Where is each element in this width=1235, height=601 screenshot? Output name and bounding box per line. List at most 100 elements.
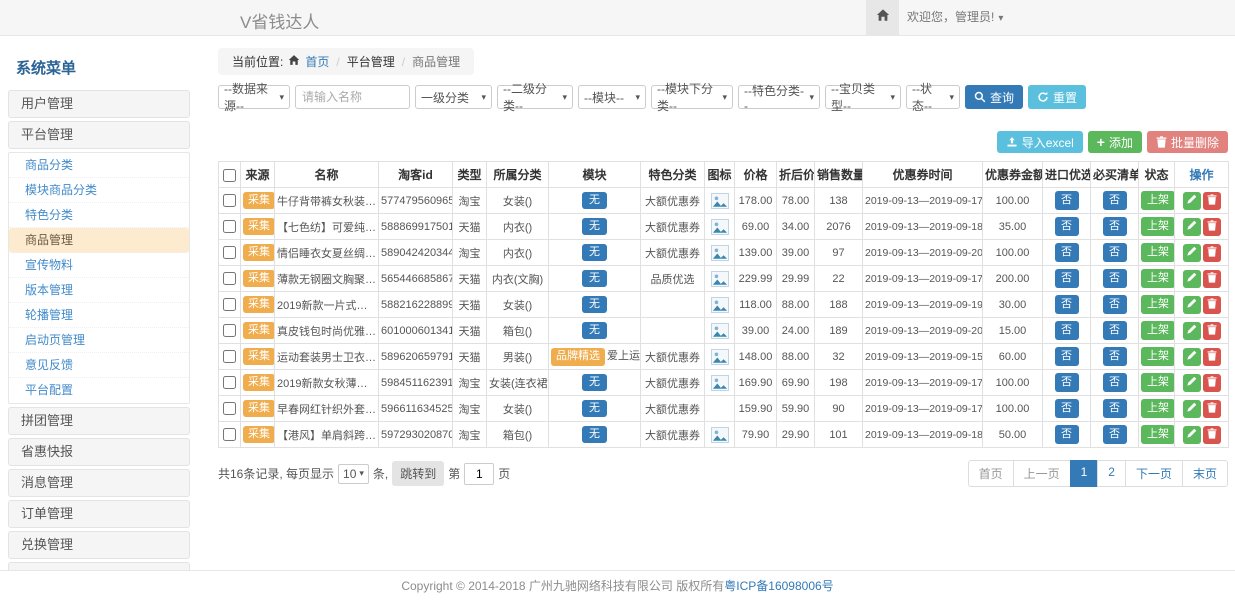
row-checkbox[interactable] <box>223 350 236 363</box>
edit-button[interactable] <box>1183 374 1201 392</box>
must-buy-toggle[interactable]: 否 <box>1103 269 1127 287</box>
status-toggle[interactable]: 上架 <box>1141 399 1175 417</box>
sidebar-group[interactable]: 拼团管理 <box>8 407 190 435</box>
data-source-filter[interactable]: --数据来源--▾ <box>218 85 290 109</box>
sidebar-item[interactable]: 商品分类 <box>9 153 189 178</box>
delete-button[interactable] <box>1203 400 1221 418</box>
sidebar-group[interactable]: 用户管理 <box>8 90 190 118</box>
jump-page-input[interactable] <box>464 463 494 485</box>
pager-item[interactable]: 下一页 <box>1125 460 1183 487</box>
user-menu[interactable]: 欢迎您，管理员!▾ <box>907 0 1003 35</box>
batch-delete-button[interactable]: 批量删除 <box>1147 131 1228 153</box>
delete-button[interactable] <box>1203 296 1221 314</box>
must-buy-toggle[interactable]: 否 <box>1103 399 1127 417</box>
sidebar-item[interactable]: 宣传物料 <box>9 253 189 278</box>
row-checkbox[interactable] <box>223 428 236 441</box>
edit-button[interactable] <box>1183 348 1201 366</box>
delete-button[interactable] <box>1203 218 1221 236</box>
pager-item[interactable]: 1 <box>1070 460 1099 487</box>
sidebar-group[interactable]: 兑换管理 <box>8 531 190 559</box>
must-buy-toggle[interactable]: 否 <box>1103 243 1127 261</box>
status-toggle[interactable]: 上架 <box>1141 373 1175 391</box>
edit-button[interactable] <box>1183 270 1201 288</box>
row-checkbox[interactable] <box>223 324 236 337</box>
import-select-toggle[interactable]: 否 <box>1055 217 1079 235</box>
level1-category-filter[interactable]: 一级分类▾ <box>415 85 492 109</box>
status-toggle[interactable]: 上架 <box>1141 321 1175 339</box>
delete-button[interactable] <box>1203 348 1221 366</box>
sidebar-item[interactable]: 版本管理 <box>9 278 189 303</box>
status-toggle[interactable]: 上架 <box>1141 347 1175 365</box>
status-toggle[interactable]: 上架 <box>1141 269 1175 287</box>
import-select-toggle[interactable]: 否 <box>1055 425 1079 443</box>
pager-item[interactable]: 2 <box>1097 460 1126 487</box>
must-buy-toggle[interactable]: 否 <box>1103 321 1127 339</box>
item-type-filter[interactable]: --宝贝类型--▾ <box>825 85 901 109</box>
search-button[interactable]: 查询 <box>965 85 1023 109</box>
import-select-toggle[interactable]: 否 <box>1055 373 1079 391</box>
edit-button[interactable] <box>1183 322 1201 340</box>
sidebar-group[interactable]: 订单管理 <box>8 500 190 528</box>
sidebar-group[interactable]: 平台管理 <box>8 121 190 149</box>
import-select-toggle[interactable]: 否 <box>1055 269 1079 287</box>
select-all-checkbox[interactable] <box>223 169 236 182</box>
delete-button[interactable] <box>1203 322 1221 340</box>
must-buy-toggle[interactable]: 否 <box>1103 373 1127 391</box>
sidebar-group[interactable]: 消息管理 <box>8 469 190 497</box>
module-filter[interactable]: --模块--▾ <box>578 85 646 109</box>
import-select-toggle[interactable]: 否 <box>1055 191 1079 209</box>
delete-button[interactable] <box>1203 426 1221 444</box>
delete-button[interactable] <box>1203 374 1221 392</box>
sidebar-group[interactable]: 省惠快报 <box>8 438 190 466</box>
import-select-toggle[interactable]: 否 <box>1055 321 1079 339</box>
pager-item[interactable]: 首页 <box>968 460 1014 487</box>
import-select-toggle[interactable]: 否 <box>1055 295 1079 313</box>
add-button[interactable]: + 添加 <box>1088 131 1142 153</box>
status-toggle[interactable]: 上架 <box>1141 425 1175 443</box>
sidebar-item[interactable]: 模块商品分类 <box>9 178 189 203</box>
edit-button[interactable] <box>1183 244 1201 262</box>
must-buy-toggle[interactable]: 否 <box>1103 217 1127 235</box>
edit-button[interactable] <box>1183 426 1201 444</box>
sidebar-item[interactable]: 启动页管理 <box>9 328 189 353</box>
reset-button[interactable]: 重置 <box>1028 85 1086 109</box>
delete-button[interactable] <box>1203 270 1221 288</box>
edit-button[interactable] <box>1183 192 1201 210</box>
row-checkbox[interactable] <box>223 272 236 285</box>
icp-link[interactable]: 粤ICP备16098006号 <box>724 579 833 593</box>
import-select-toggle[interactable]: 否 <box>1055 243 1079 261</box>
status-toggle[interactable]: 上架 <box>1141 191 1175 209</box>
import-excel-button[interactable]: 导入excel <box>997 131 1083 153</box>
home-button[interactable] <box>866 0 899 35</box>
must-buy-toggle[interactable]: 否 <box>1103 295 1127 313</box>
edit-button[interactable] <box>1183 400 1201 418</box>
must-buy-toggle[interactable]: 否 <box>1103 347 1127 365</box>
sidebar-item[interactable]: 特色分类 <box>9 203 189 228</box>
import-select-toggle[interactable]: 否 <box>1055 347 1079 365</box>
module-subcategory-filter[interactable]: --模块下分类--▾ <box>651 85 733 109</box>
sidebar-item[interactable]: 意见反馈 <box>9 353 189 378</box>
pager-item[interactable]: 上一页 <box>1013 460 1071 487</box>
edit-button[interactable] <box>1183 218 1201 236</box>
status-toggle[interactable]: 上架 <box>1141 295 1175 313</box>
sidebar-item[interactable]: 商品管理 <box>9 228 189 253</box>
delete-button[interactable] <box>1203 244 1221 262</box>
per-page-select[interactable]: 10▾ <box>338 464 369 484</box>
row-checkbox[interactable] <box>223 220 236 233</box>
row-checkbox[interactable] <box>223 402 236 415</box>
sidebar-item[interactable]: 轮播管理 <box>9 303 189 328</box>
row-checkbox[interactable] <box>223 298 236 311</box>
level2-category-filter[interactable]: --二级分类--▾ <box>497 85 573 109</box>
must-buy-toggle[interactable]: 否 <box>1103 425 1127 443</box>
must-buy-toggle[interactable]: 否 <box>1103 191 1127 209</box>
breadcrumb-home-link[interactable]: 首页 <box>305 53 329 70</box>
status-filter[interactable]: --状态--▾ <box>906 85 960 109</box>
edit-button[interactable] <box>1183 296 1201 314</box>
row-checkbox[interactable] <box>223 194 236 207</box>
status-toggle[interactable]: 上架 <box>1141 243 1175 261</box>
feature-category-filter[interactable]: --特色分类--▾ <box>738 85 820 109</box>
pager-item[interactable]: 末页 <box>1182 460 1228 487</box>
name-search-input[interactable] <box>295 85 410 109</box>
jump-button[interactable]: 跳转到 <box>392 461 444 486</box>
sidebar-item[interactable]: 平台配置 <box>9 378 189 403</box>
